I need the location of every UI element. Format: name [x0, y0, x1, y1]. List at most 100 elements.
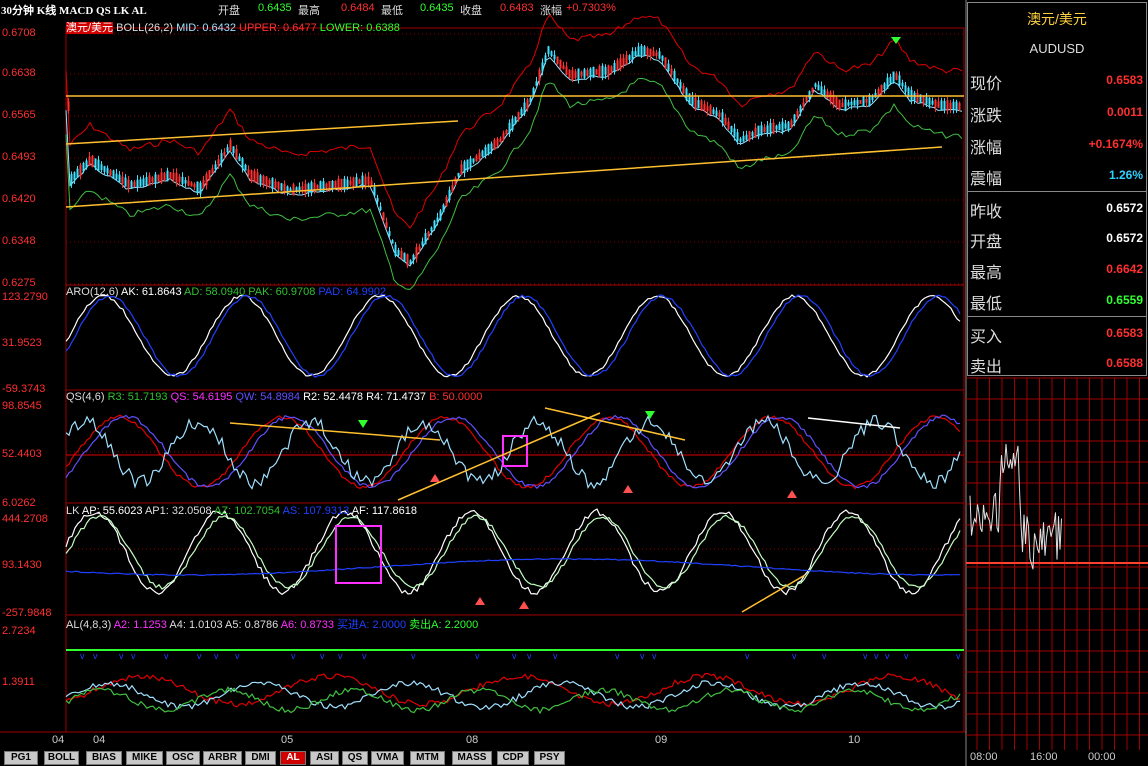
lk-az-line [65, 514, 961, 590]
candle-body [784, 123, 787, 129]
candle-body [205, 173, 208, 186]
tab-mass[interactable]: MASS [452, 751, 492, 765]
candle-body [514, 116, 517, 124]
highlight-box [502, 435, 528, 467]
candle-body [655, 52, 658, 57]
main-panel-frame [65, 27, 965, 286]
tab-vma[interactable]: VMA [371, 751, 404, 765]
candle-body [394, 244, 397, 256]
candle-body [310, 182, 313, 194]
mini-price-line [969, 443, 1062, 570]
quote-row: 最高 0.6642 [968, 253, 1146, 283]
tab-mtm[interactable]: MTM [410, 751, 445, 765]
tab-mike[interactable]: MIKE [126, 751, 163, 765]
tab-boll[interactable]: BOLL [44, 751, 79, 765]
tab-osc[interactable]: OSC [166, 751, 200, 765]
aro-panel-legend: ARO(12,6) AK: 61.8643 AD: 58.0940 PAK: 6… [66, 286, 386, 298]
candle-body [178, 176, 181, 182]
candle-body [769, 123, 772, 135]
candle-body [571, 69, 574, 81]
candle-body [106, 168, 109, 174]
qs-line [65, 414, 961, 490]
candle-body [130, 181, 133, 189]
al-signal-mark: v [119, 651, 124, 661]
quote-row-value: 0.0011 [1106, 105, 1143, 119]
candle-body [697, 100, 700, 109]
candle-body [922, 95, 925, 104]
candle-body [721, 112, 724, 124]
candle-body [541, 62, 544, 72]
candle-body [100, 164, 103, 171]
candle-body [283, 183, 286, 193]
quote-row-value: 0.6572 [1106, 201, 1143, 215]
candle-body [622, 57, 625, 66]
main-y-tick: 0.6565 [2, 109, 36, 121]
candle-body [745, 134, 748, 140]
candle-body [97, 159, 100, 171]
boll-mid-line [65, 54, 963, 267]
tab-qs[interactable]: QS [342, 751, 368, 765]
candle-body [583, 69, 586, 78]
candle-body [763, 127, 766, 133]
candle-body [724, 117, 727, 126]
mini-chart-time-label: 16:00 [1030, 751, 1058, 763]
quote-row-label: 昨收 [970, 204, 1003, 221]
candle-body [640, 45, 643, 56]
candle-body [700, 100, 703, 111]
candle-body [556, 56, 559, 65]
qs-panel-legend: QS(4,6) R3: 51.7193 QS: 54.6195 QW: 54.8… [66, 391, 482, 403]
candle-body [271, 178, 274, 189]
candle-body [244, 164, 247, 171]
tab-pg1[interactable]: PG1 [4, 751, 38, 765]
candle-body [607, 65, 610, 76]
quote-row: 买入 0.6583 [968, 316, 1146, 347]
candle-body [727, 121, 730, 130]
candle-body [613, 63, 616, 73]
al-signal-mark: v [885, 651, 890, 661]
tab-psy[interactable]: PSY [534, 751, 565, 765]
candle-body [439, 210, 442, 220]
candle-body [937, 101, 940, 108]
candle-body [481, 150, 484, 157]
candle-body [859, 99, 862, 104]
candle-body [406, 254, 409, 266]
tab-cdp[interactable]: CDP [497, 751, 529, 765]
candle-body [169, 172, 172, 179]
candle-body [490, 143, 493, 151]
mini-chart-time-label: 00:00 [1088, 751, 1116, 763]
tab-al[interactable]: AL [280, 751, 306, 765]
candle-body [67, 101, 70, 112]
candle-body [418, 246, 421, 251]
candle-body [121, 176, 124, 184]
tab-dmi[interactable]: DMI [245, 751, 276, 765]
candle-body [211, 168, 214, 174]
candle-body [385, 222, 388, 229]
down-arrow-icon [645, 411, 655, 419]
candle-body [376, 197, 379, 202]
al-a2: A2: 1.1253 [113, 619, 167, 631]
al-y-tick: 2.7234 [2, 625, 36, 637]
candle-body [256, 172, 259, 184]
open-label: 开盘 [218, 5, 240, 17]
candle-body [709, 105, 712, 116]
main-symbol-name: 澳元/美元 [66, 22, 114, 34]
tab-bias[interactable]: BIAS [86, 751, 122, 765]
qs-name: QS(4,6) [66, 391, 105, 403]
al-a5: A5: 0.8786 [225, 619, 279, 631]
candle-body [451, 185, 454, 192]
tab-asi[interactable]: ASI [310, 751, 339, 765]
al-panel-frame [65, 614, 965, 733]
candle-body [796, 111, 799, 118]
aro-panel-frame [65, 284, 965, 391]
candle-body [916, 92, 919, 103]
trend-line [741, 574, 806, 613]
candle-body [652, 50, 655, 57]
candle-body [172, 172, 175, 181]
al-sell: 卖出A: 2.2000 [409, 619, 479, 631]
al-signal-mark: v [338, 651, 343, 661]
candle-body [115, 173, 118, 180]
tab-arbr[interactable]: ARBR [203, 751, 242, 765]
al-signal-mark: v [475, 651, 480, 661]
candle-body [355, 177, 358, 187]
al-signal-mark: v [956, 651, 961, 661]
